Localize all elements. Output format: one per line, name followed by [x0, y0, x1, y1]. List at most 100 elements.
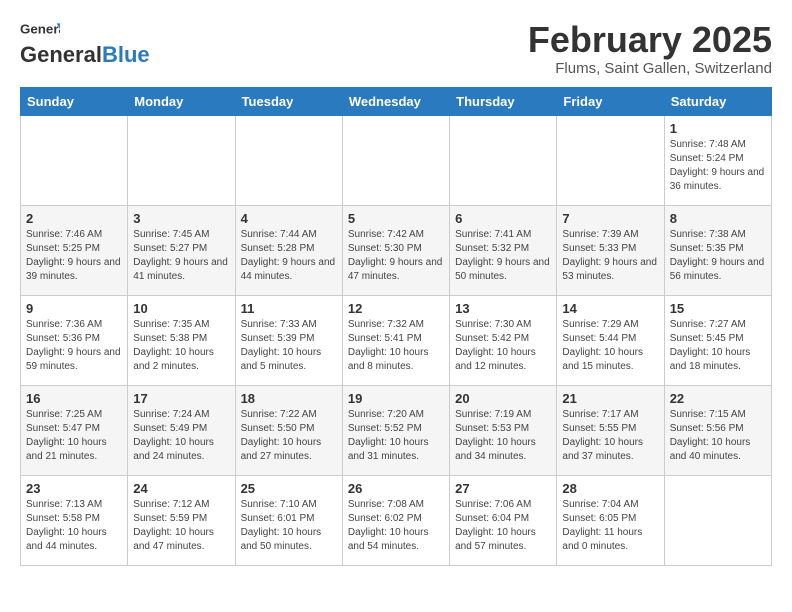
weekday-header-saturday: Saturday [664, 87, 771, 115]
day-number: 8 [670, 211, 766, 226]
title-block: February 2025 Flums, Saint Gallen, Switz… [528, 20, 772, 77]
day-info: Sunrise: 7:33 AM Sunset: 5:39 PM Dayligh… [241, 318, 337, 374]
weekday-header-thursday: Thursday [450, 87, 557, 115]
day-number: 14 [562, 301, 658, 316]
day-info: Sunrise: 7:45 AM Sunset: 5:27 PM Dayligh… [133, 228, 229, 284]
calendar-cell: 12 Sunrise: 7:32 AM Sunset: 5:41 PM Dayli… [342, 295, 449, 385]
logo-icon: General [20, 20, 60, 40]
calendar-cell: 9 Sunrise: 7:36 AM Sunset: 5:36 PM Daylig… [21, 295, 128, 385]
calendar-cell: 1 Sunrise: 7:48 AM Sunset: 5:24 PM Daylig… [664, 115, 771, 205]
day-number: 7 [562, 211, 658, 226]
day-number: 26 [348, 481, 444, 496]
day-info: Sunrise: 7:27 AM Sunset: 5:45 PM Dayligh… [670, 318, 766, 374]
day-number: 23 [26, 481, 122, 496]
calendar-cell: 24 Sunrise: 7:12 AM Sunset: 5:59 PM Dayli… [128, 475, 235, 565]
calendar-cell: 16 Sunrise: 7:25 AM Sunset: 5:47 PM Dayli… [21, 385, 128, 475]
day-info: Sunrise: 7:19 AM Sunset: 5:53 PM Dayligh… [455, 408, 551, 464]
calendar-cell: 3Sunrise: 7:45 AM Sunset: 5:27 PM Daylig… [128, 205, 235, 295]
calendar-cell [21, 115, 128, 205]
day-number: 25 [241, 481, 337, 496]
month-year: February 2025 [528, 20, 772, 60]
logo-blue: Blue [102, 42, 150, 68]
calendar-cell: 22 Sunrise: 7:15 AM Sunset: 5:56 PM Dayli… [664, 385, 771, 475]
location: Flums, Saint Gallen, Switzerland [528, 60, 772, 77]
day-info: Sunrise: 7:17 AM Sunset: 5:55 PM Dayligh… [562, 408, 658, 464]
calendar-cell: 11 Sunrise: 7:33 AM Sunset: 5:39 PM Dayli… [235, 295, 342, 385]
svg-text:General: General [20, 21, 60, 36]
day-number: 16 [26, 391, 122, 406]
calendar-week-1: 1 Sunrise: 7:48 AM Sunset: 5:24 PM Daylig… [21, 115, 772, 205]
calendar-cell: 25Sunrise: 7:10 AM Sunset: 6:01 PM Dayli… [235, 475, 342, 565]
weekday-header-monday: Monday [128, 87, 235, 115]
day-number: 5 [348, 211, 444, 226]
calendar-cell: 18 Sunrise: 7:22 AM Sunset: 5:50 PM Dayli… [235, 385, 342, 475]
day-info: Sunrise: 7:29 AM Sunset: 5:44 PM Dayligh… [562, 318, 658, 374]
calendar-cell: 4 Sunrise: 7:44 AM Sunset: 5:28 PM Daylig… [235, 205, 342, 295]
day-info: Sunrise: 7:13 AM Sunset: 5:58 PM Dayligh… [26, 498, 122, 554]
day-info: Sunrise: 7:42 AM Sunset: 5:30 PM Dayligh… [348, 228, 444, 284]
calendar-cell: 7 Sunrise: 7:39 AM Sunset: 5:33 PM Daylig… [557, 205, 664, 295]
day-info: Sunrise: 7:38 AM Sunset: 5:35 PM Dayligh… [670, 228, 766, 284]
day-info: Sunrise: 7:04 AM Sunset: 6:05 PM Dayligh… [562, 498, 658, 554]
day-info: Sunrise: 7:36 AM Sunset: 5:36 PM Dayligh… [26, 318, 122, 374]
calendar-cell: 10 Sunrise: 7:35 AM Sunset: 5:38 PM Dayli… [128, 295, 235, 385]
day-info: Sunrise: 7:20 AM Sunset: 5:52 PM Dayligh… [348, 408, 444, 464]
day-info: Sunrise: 7:15 AM Sunset: 5:56 PM Dayligh… [670, 408, 766, 464]
page-header: General General Blue February 2025 Flums… [20, 20, 772, 77]
day-number: 22 [670, 391, 766, 406]
day-number: 18 [241, 391, 337, 406]
calendar-cell: 26 Sunrise: 7:08 AM Sunset: 6:02 PM Dayli… [342, 475, 449, 565]
day-info: Sunrise: 7:24 AM Sunset: 5:49 PM Dayligh… [133, 408, 229, 464]
day-number: 21 [562, 391, 658, 406]
day-number: 12 [348, 301, 444, 316]
day-number: 28 [562, 481, 658, 496]
day-number: 10 [133, 301, 229, 316]
day-info: Sunrise: 7:32 AM Sunset: 5:41 PM Dayligh… [348, 318, 444, 374]
day-info: Sunrise: 7:35 AM Sunset: 5:38 PM Dayligh… [133, 318, 229, 374]
day-number: 19 [348, 391, 444, 406]
day-number: 20 [455, 391, 551, 406]
day-number: 4 [241, 211, 337, 226]
day-number: 11 [241, 301, 337, 316]
day-info: Sunrise: 7:46 AM Sunset: 5:25 PM Dayligh… [26, 228, 122, 284]
day-info: Sunrise: 7:08 AM Sunset: 6:02 PM Dayligh… [348, 498, 444, 554]
calendar-cell: 15 Sunrise: 7:27 AM Sunset: 5:45 PM Dayli… [664, 295, 771, 385]
calendar-cell: 8 Sunrise: 7:38 AM Sunset: 5:35 PM Daylig… [664, 205, 771, 295]
calendar-cell: 21 Sunrise: 7:17 AM Sunset: 5:55 PM Dayli… [557, 385, 664, 475]
day-info: Sunrise: 7:41 AM Sunset: 5:32 PM Dayligh… [455, 228, 551, 284]
day-info: Sunrise: 7:22 AM Sunset: 5:50 PM Dayligh… [241, 408, 337, 464]
calendar-cell: 13 Sunrise: 7:30 AM Sunset: 5:42 PM Dayli… [450, 295, 557, 385]
day-info: Sunrise: 7:44 AM Sunset: 5:28 PM Dayligh… [241, 228, 337, 284]
weekday-header-friday: Friday [557, 87, 664, 115]
calendar-cell: 6Sunrise: 7:41 AM Sunset: 5:32 PM Daylig… [450, 205, 557, 295]
weekday-header-wednesday: Wednesday [342, 87, 449, 115]
calendar-week-2: 2 Sunrise: 7:46 AM Sunset: 5:25 PM Daylig… [21, 205, 772, 295]
calendar-cell [557, 115, 664, 205]
day-info: Sunrise: 7:39 AM Sunset: 5:33 PM Dayligh… [562, 228, 658, 284]
day-number: 2 [26, 211, 122, 226]
day-number: 1 [670, 121, 766, 136]
calendar-week-4: 16 Sunrise: 7:25 AM Sunset: 5:47 PM Dayli… [21, 385, 772, 475]
day-info: Sunrise: 7:12 AM Sunset: 5:59 PM Dayligh… [133, 498, 229, 554]
day-number: 27 [455, 481, 551, 496]
calendar-cell [128, 115, 235, 205]
day-number: 9 [26, 301, 122, 316]
calendar-table: SundayMondayTuesdayWednesdayThursdayFrid… [20, 87, 772, 566]
calendar-cell [664, 475, 771, 565]
calendar-cell: 2 Sunrise: 7:46 AM Sunset: 5:25 PM Daylig… [21, 205, 128, 295]
day-info: Sunrise: 7:30 AM Sunset: 5:42 PM Dayligh… [455, 318, 551, 374]
day-number: 13 [455, 301, 551, 316]
day-info: Sunrise: 7:25 AM Sunset: 5:47 PM Dayligh… [26, 408, 122, 464]
calendar-cell: 28 Sunrise: 7:04 AM Sunset: 6:05 PM Dayli… [557, 475, 664, 565]
calendar-cell: 14 Sunrise: 7:29 AM Sunset: 5:44 PM Dayli… [557, 295, 664, 385]
day-number: 15 [670, 301, 766, 316]
logo-general: General [20, 42, 102, 68]
day-info: Sunrise: 7:06 AM Sunset: 6:04 PM Dayligh… [455, 498, 551, 554]
calendar-week-3: 9 Sunrise: 7:36 AM Sunset: 5:36 PM Daylig… [21, 295, 772, 385]
day-number: 24 [133, 481, 229, 496]
day-info: Sunrise: 7:48 AM Sunset: 5:24 PM Dayligh… [670, 138, 766, 194]
logo: General General Blue [20, 20, 150, 68]
weekday-header-tuesday: Tuesday [235, 87, 342, 115]
calendar-cell [235, 115, 342, 205]
calendar-cell: 23 Sunrise: 7:13 AM Sunset: 5:58 PM Dayli… [21, 475, 128, 565]
